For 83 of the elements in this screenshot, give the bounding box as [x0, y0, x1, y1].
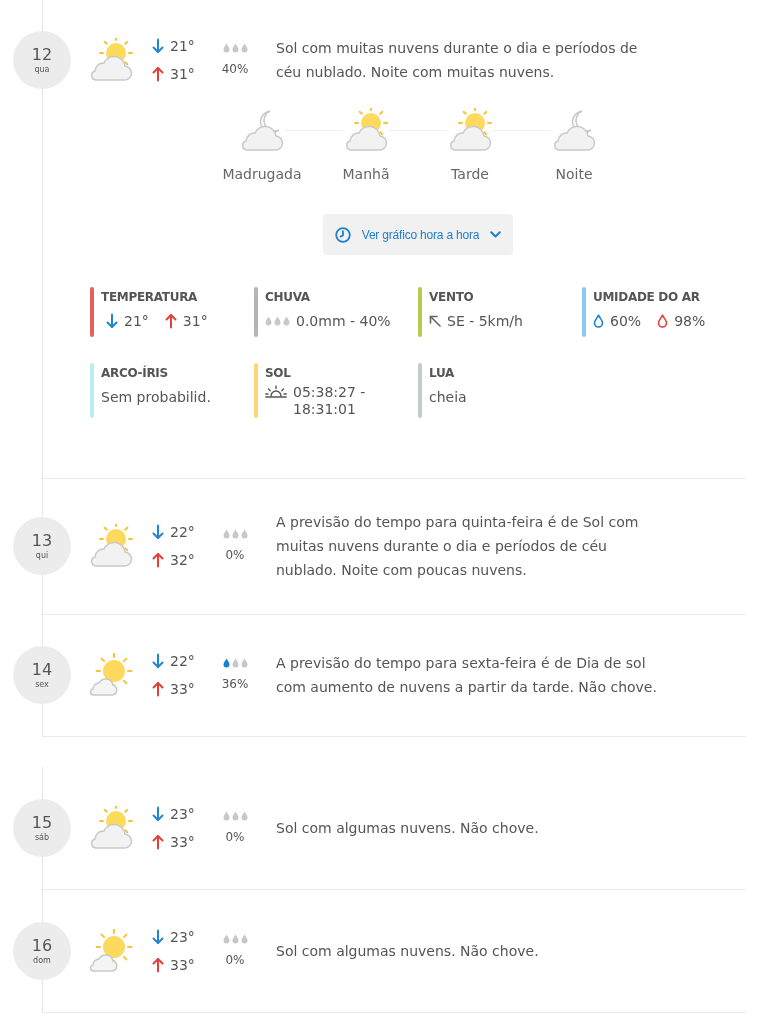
detail-title: CHUVA — [265, 289, 311, 306]
arrow-down-icon — [152, 929, 164, 945]
max-temperature: 33° — [170, 832, 195, 852]
min-humidity: 60% — [610, 312, 642, 331]
day-number: 16 — [31, 936, 53, 955]
weekday-label: sex — [35, 679, 49, 690]
forecast-text: A previsão do tempo para sexta-feira é de Dia de sol com aumento de nuvens a partir da tarde. Não chove. — [276, 654, 658, 697]
detail-value: Sem probabilid. — [101, 388, 211, 407]
date-badge[interactable]: 13 qui — [13, 517, 71, 575]
forecast-text: Sol com algumas nuvens. Não chove. — [276, 942, 540, 961]
date-badge[interactable]: 14 sex — [13, 646, 71, 704]
day-number: 13 — [31, 531, 53, 550]
weekday-label: dom — [33, 955, 51, 966]
detail-value: SE - 5km/h — [447, 312, 523, 331]
date-badge[interactable]: 16 dom — [13, 922, 71, 980]
arrow-up-icon — [164, 313, 177, 329]
arrow-up-icon — [152, 834, 164, 850]
day-number: 14 — [31, 660, 53, 679]
detail-title: VENTO — [429, 289, 475, 306]
detail-title: SOL — [265, 365, 292, 382]
arrow-down-icon — [152, 38, 164, 54]
rain-chance: 0% — [225, 829, 245, 845]
arrow-down-icon — [152, 653, 164, 669]
weekday-label: sáb — [34, 832, 50, 843]
weekday-label: qui — [35, 550, 49, 561]
arrow-up-icon — [152, 681, 164, 697]
period-label: Manhã — [342, 165, 390, 183]
water-drop-icon — [657, 314, 669, 328]
sunrise-icon — [265, 385, 287, 399]
max-temperature: 33° — [170, 679, 195, 699]
day-number: 15 — [31, 813, 53, 832]
moon-cloud-icon — [551, 108, 597, 152]
min-temperature: 21° — [124, 312, 149, 331]
max-temperature: 32° — [170, 550, 195, 570]
min-temperature: 21° — [170, 36, 195, 56]
period-label: Madrugada — [222, 165, 302, 183]
period-label: Tarde — [451, 165, 489, 183]
date-badge[interactable]: 12 qua — [13, 31, 71, 89]
period-label: Noite — [555, 165, 593, 183]
arrow-up-left-icon — [429, 315, 441, 327]
sun-cloud-icon — [343, 108, 389, 152]
weekday-label: qua — [34, 64, 50, 75]
date-badge[interactable]: 15 sáb — [13, 799, 71, 857]
arrow-down-icon — [106, 313, 118, 329]
forecast-text: Sol com muitas nuvens durante o dia e períodos de céu nublado. Noite com muitas nuvens. — [276, 39, 639, 82]
detail-value: 05:38:27 - 18:31:01 — [293, 384, 367, 418]
min-temperature: 23° — [170, 804, 195, 824]
min-temperature: 22° — [170, 651, 195, 671]
rain-chance: 40% — [221, 61, 249, 77]
detail-value: 0.0mm - 40% — [296, 312, 391, 331]
sun-behind-cloud-icon — [88, 806, 134, 850]
water-drop-icon — [593, 314, 604, 328]
detail-value: cheia — [429, 388, 467, 407]
sun-behind-cloud-icon — [88, 524, 134, 568]
arrow-up-icon — [152, 552, 164, 568]
sun-small-cloud-icon — [88, 653, 134, 697]
max-temperature: 33° — [170, 955, 195, 975]
moon-cloud-icon — [239, 108, 285, 152]
min-temperature: 22° — [170, 522, 195, 542]
clock-icon — [334, 226, 351, 243]
detail-title: ARCO-ÍRIS — [101, 364, 169, 382]
sun-small-cloud-icon — [88, 929, 134, 973]
sun-cloud-icon — [447, 108, 493, 152]
arrow-up-icon — [152, 957, 164, 973]
detail-title: TEMPERATURA — [101, 289, 199, 306]
rain-chance: 0% — [225, 547, 245, 563]
max-temperature: 31° — [170, 64, 195, 84]
sun-behind-cloud-icon — [88, 38, 134, 82]
arrow-down-icon — [152, 524, 164, 540]
day-number: 12 — [31, 45, 53, 64]
min-temperature: 23° — [170, 927, 195, 947]
max-humidity: 98% — [674, 312, 706, 331]
arrow-down-icon — [152, 806, 164, 822]
detail-title: LUA — [429, 365, 455, 382]
detail-title: UMIDADE DO AR — [593, 289, 701, 306]
arrow-up-icon — [152, 66, 164, 82]
chevron-down-icon — [490, 231, 502, 238]
forecast-text: Sol com algumas nuvens. Não chove. — [276, 819, 540, 838]
rain-chance: 36% — [221, 676, 249, 692]
forecast-text: A previsão do tempo para quinta-feira é de Sol com muitas nuvens durante o dia e períodos de céu nublado. Noite com poucas nuvens. — [276, 513, 640, 580]
max-temperature: 31° — [182, 312, 208, 331]
hourly-chart-button[interactable]: Ver gráfico hora a hora — [322, 214, 514, 255]
rain-chance: 0% — [225, 952, 245, 968]
